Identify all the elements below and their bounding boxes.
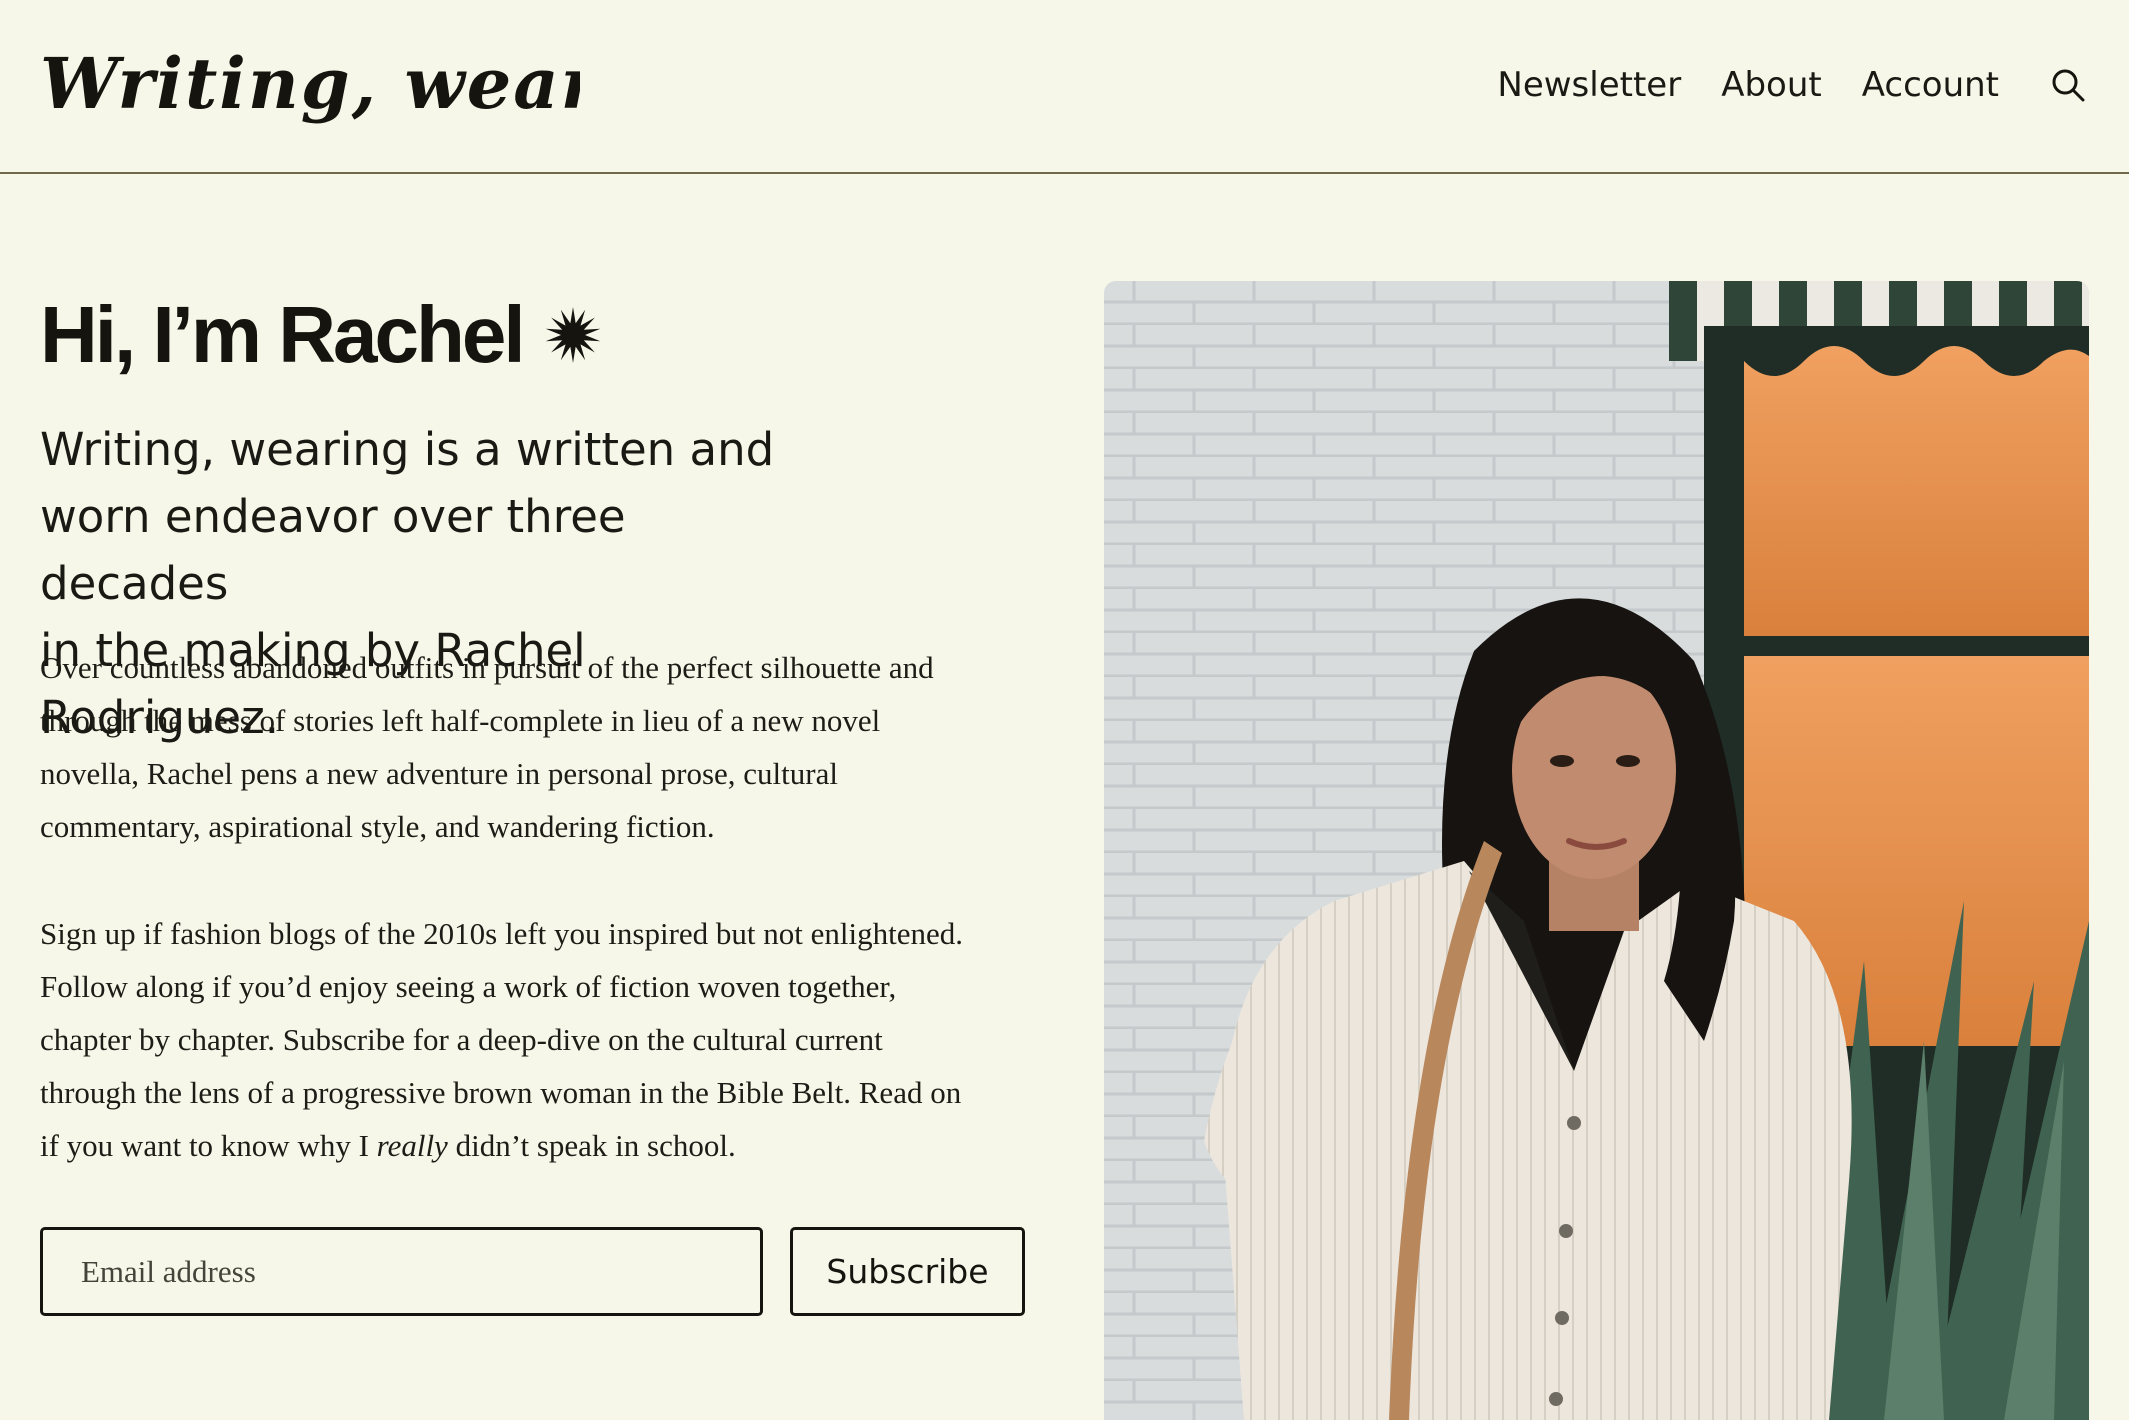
paragraph-line: commentary, aspirational style, and wand…	[40, 809, 715, 844]
paragraph-line: through the lens of a progressive brown …	[40, 1075, 962, 1110]
paragraph-line: novella, Rachel pens a new adventure in …	[40, 756, 838, 791]
nav-about[interactable]: About	[1721, 60, 1822, 110]
lede-line: Writing, wearing is a written and	[40, 423, 775, 476]
paragraph-line-after: didn’t speak in school.	[447, 1128, 736, 1163]
main-nav: Newsletter About Account	[1457, 60, 2089, 110]
site-header: Writing, wearing Newsletter About Accoun…	[0, 0, 2129, 174]
author-portrait-photo	[1104, 281, 2089, 1420]
paragraph-line: Follow along if you’d enjoy seeing a wor…	[40, 969, 897, 1004]
nav-newsletter[interactable]: Newsletter	[1497, 60, 1681, 110]
paragraph-line-before: if you want to know why I	[40, 1128, 377, 1163]
paragraph-line: through the mess of stories left half-co…	[40, 703, 881, 738]
signup-pitch-paragraph: Sign up if fashion blogs of the 2010s le…	[40, 907, 1030, 1172]
lede-line: worn endeavor over three decades	[40, 490, 626, 610]
paragraph-emphasis: really	[376, 1128, 448, 1163]
paragraph-line: Over countless abandoned outfits in purs…	[40, 650, 934, 685]
hero-title: Hi, I’m Rachel	[40, 285, 603, 385]
intro-paragraph: Over countless abandoned outfits in purs…	[40, 641, 1030, 853]
email-input[interactable]	[40, 1227, 763, 1316]
search-button[interactable]	[2047, 64, 2089, 106]
site-logo[interactable]: Writing, wearing	[40, 42, 730, 132]
logo-wordmark: Writing, wearing	[40, 42, 730, 125]
hero-title-text: Hi, I’m Rachel	[40, 290, 526, 379]
portrait-illustration	[1104, 281, 2089, 1420]
paragraph-line: Sign up if fashion blogs of the 2010s le…	[40, 916, 964, 951]
search-icon	[2052, 69, 2085, 102]
paragraph-line: chapter by chapter. Subscribe for a deep…	[40, 1022, 883, 1057]
subscribe-button[interactable]: Subscribe	[790, 1227, 1025, 1316]
starburst-icon	[545, 307, 600, 363]
logo-text: Writing, wearing	[40, 42, 580, 125]
nav-account[interactable]: Account	[1862, 60, 1999, 110]
